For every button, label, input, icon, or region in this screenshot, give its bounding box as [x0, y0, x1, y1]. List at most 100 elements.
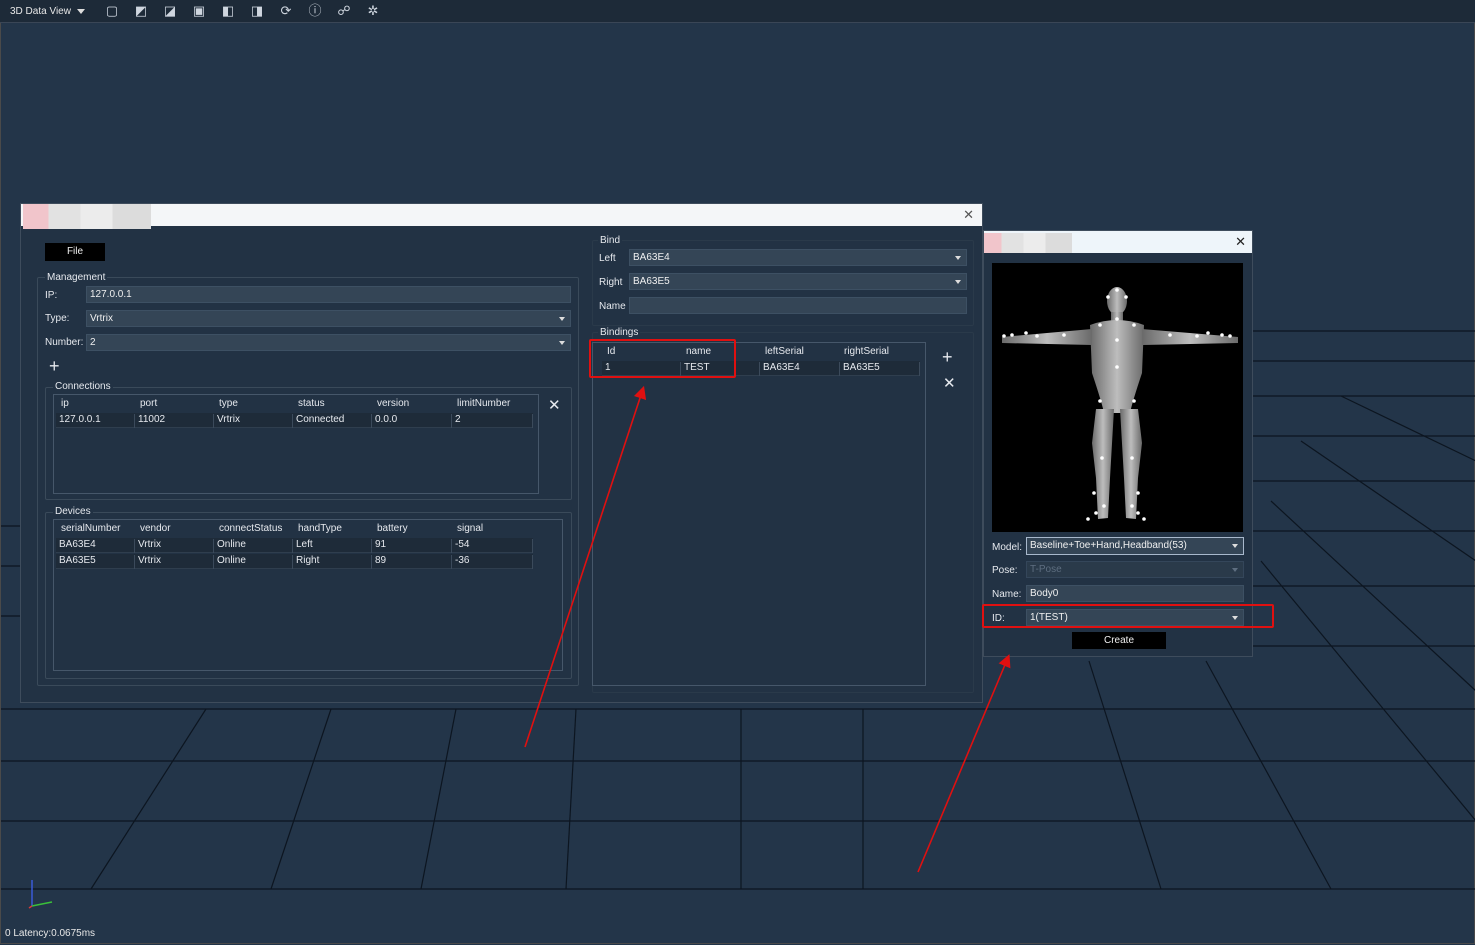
model-select-value: Baseline+Toe+Hand,Headband(53) [1030, 540, 1187, 551]
left-label: Left [599, 253, 616, 264]
cell-connectstatus: Online [214, 539, 293, 553]
view-mode-title[interactable]: 3D Data View [10, 6, 71, 17]
chevron-down-icon [1232, 568, 1238, 572]
cell-ip: 127.0.0.1 [56, 414, 135, 428]
connections-table: ip port type status version limitNumber … [53, 394, 539, 494]
humanoid-model-preview [1002, 287, 1238, 521]
column-header-signal[interactable]: signal [457, 523, 483, 534]
right-label: Right [599, 277, 623, 288]
right-serial-select[interactable]: BA63E5 [629, 273, 967, 290]
right-serial-value: BA63E5 [633, 276, 670, 287]
table-row[interactable]: BA63E5 Vrtrix Online Right 89 -36 [56, 554, 533, 569]
column-header-ip[interactable]: ip [61, 398, 69, 409]
cell-battery: 89 [372, 555, 452, 569]
connections-label: Connections [53, 381, 113, 392]
column-header-status[interactable]: status [298, 398, 325, 409]
type-label: Type: [45, 313, 70, 324]
add-binding-icon[interactable]: + [942, 347, 953, 368]
column-header-battery[interactable]: battery [377, 523, 408, 534]
cell-connectstatus: Online [214, 555, 293, 569]
refresh-icon[interactable]: ⟳ [275, 2, 297, 20]
column-header-type[interactable]: type [219, 398, 238, 409]
cube-bottom-icon[interactable]: ◨ [246, 2, 268, 20]
latency-readout: 0 Latency:0.0675ms [5, 928, 96, 939]
create-button[interactable]: Create [1072, 632, 1166, 649]
add-connection-icon[interactable]: + [49, 356, 60, 377]
annotation-highlight-id-field [982, 604, 1274, 628]
column-header-leftserial[interactable]: leftSerial [765, 346, 804, 357]
type-select[interactable]: Vrtrix [86, 310, 571, 327]
model-label: Model: [992, 542, 1023, 553]
cell-rightserial: BA63E5 [840, 362, 920, 376]
window-titlebar[interactable]: ✕ [21, 204, 982, 229]
cell-handtype: Right [293, 555, 372, 569]
bindings-table: Id name leftSerial rightSerial 1 TEST BA… [592, 342, 926, 686]
pose-select[interactable]: T-Pose [1026, 561, 1244, 578]
model-preview [992, 263, 1243, 532]
chevron-down-icon[interactable] [76, 8, 85, 14]
cell-serialnumber: BA63E5 [56, 555, 135, 569]
cell-handtype: Left [293, 539, 372, 553]
ip-field[interactable]: 127.0.0.1 [86, 286, 571, 303]
skeleton-icon[interactable]: ☍ [333, 2, 355, 20]
chevron-down-icon [1232, 544, 1238, 548]
type-select-value: Vrtrix [90, 313, 113, 324]
cube-left-icon[interactable]: ◩ [130, 2, 152, 20]
pose-select-value: T-Pose [1030, 564, 1062, 575]
column-header-handtype[interactable]: handType [298, 523, 342, 534]
table-row[interactable]: 127.0.0.1 11002 Vrtrix Connected 0.0.0 2 [56, 413, 533, 428]
remove-binding-icon[interactable]: ✕ [943, 374, 956, 392]
body-name-input[interactable]: Body0 [1026, 585, 1244, 602]
sparkle-icon[interactable]: ✲ [362, 2, 384, 20]
column-header-serialnumber[interactable]: serialNumber [61, 523, 120, 534]
remove-connection-icon[interactable]: ✕ [548, 396, 561, 414]
cell-type: Vrtrix [214, 414, 293, 428]
binding-name-input[interactable] [629, 297, 967, 314]
bindings-label: Bindings [598, 327, 641, 338]
devices-label: Devices [53, 506, 93, 517]
model-select[interactable]: Baseline+Toe+Hand,Headband(53) [1026, 537, 1244, 555]
chevron-down-icon [955, 256, 961, 260]
number-select-value: 2 [90, 337, 96, 348]
number-select[interactable]: 2 [86, 334, 571, 351]
cube-back-icon[interactable]: ◧ [217, 2, 239, 20]
window-titlebar[interactable]: ✕ [984, 231, 1252, 253]
column-header-vendor[interactable]: vendor [140, 523, 171, 534]
cube-right-icon[interactable]: ◪ [159, 2, 181, 20]
column-header-rightserial[interactable]: rightSerial [844, 346, 889, 357]
table-row[interactable]: BA63E4 Vrtrix Online Left 91 -54 [56, 538, 533, 553]
left-serial-select[interactable]: BA63E4 [629, 249, 967, 266]
column-header-port[interactable]: port [140, 398, 157, 409]
file-menu-button[interactable]: File [45, 243, 105, 261]
cube-front-icon[interactable]: ▢ [101, 2, 123, 20]
cell-version: 0.0.0 [372, 414, 452, 428]
column-header-connectstatus[interactable]: connectStatus [219, 523, 282, 534]
name-label: Name: [992, 589, 1022, 600]
management-label: Management [45, 272, 108, 283]
chevron-down-icon [955, 280, 961, 284]
bind-label: Bind [598, 235, 623, 246]
cell-limitnumber: 2 [452, 414, 533, 428]
cell-status: Connected [293, 414, 372, 428]
create-body-window: ✕ Model: Baseline+Toe+Hand,Headband(53) … [983, 230, 1253, 657]
name-label: Name [599, 301, 626, 312]
ip-label: IP: [45, 290, 58, 301]
annotation-highlight-binding-row [589, 339, 736, 378]
column-header-limitnumber[interactable]: limitNumber [457, 398, 510, 409]
cell-vendor: Vrtrix [135, 539, 214, 553]
cube-top-icon[interactable]: ▣ [188, 2, 210, 20]
cell-signal: -54 [452, 539, 533, 553]
cell-signal: -36 [452, 555, 533, 569]
axis-gizmo [28, 880, 53, 909]
close-icon[interactable]: ✕ [1235, 235, 1246, 248]
left-serial-value: BA63E4 [633, 252, 670, 263]
pose-label: Pose: [992, 565, 1018, 576]
chevron-down-icon [559, 341, 565, 345]
cell-leftserial: BA63E4 [760, 362, 840, 376]
chevron-down-icon [559, 317, 565, 321]
cell-battery: 91 [372, 539, 452, 553]
cell-port: 11002 [135, 414, 214, 428]
column-header-version[interactable]: version [377, 398, 409, 409]
close-icon[interactable]: ✕ [963, 208, 974, 221]
person-icon[interactable]: ⓘ [304, 2, 326, 20]
